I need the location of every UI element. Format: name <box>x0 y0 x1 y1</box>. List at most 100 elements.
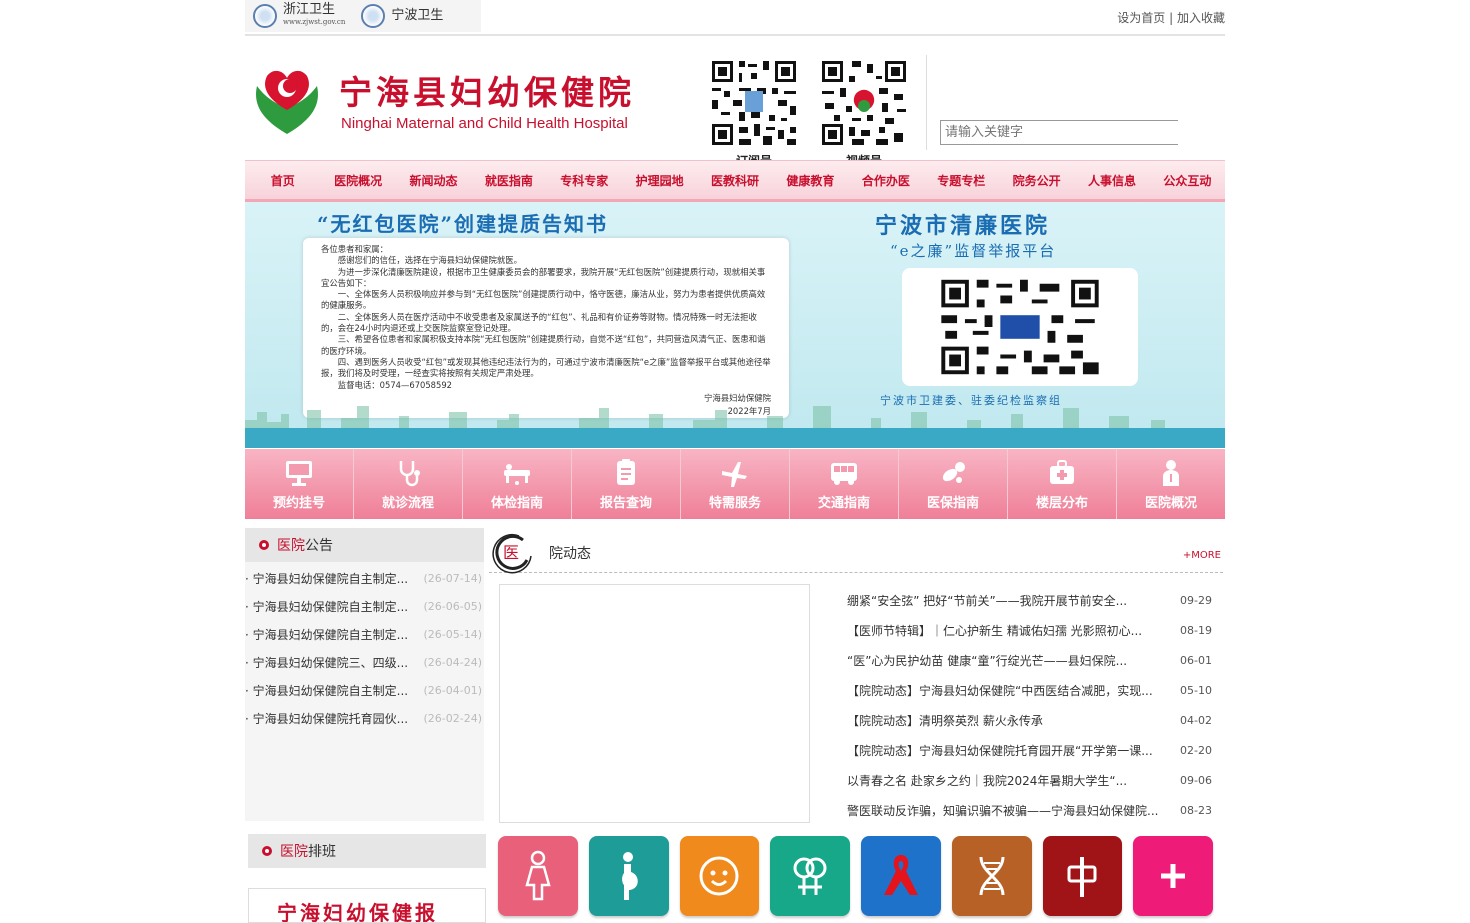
news-item[interactable]: 警医联动反诈骗，知骗识骗不被骗——宁海县妇幼保健院... 08-23 <box>847 796 1212 826</box>
set-homepage-link[interactable]: 设为首页 <box>1117 11 1165 25</box>
notice-item[interactable]: · 宁海县妇幼保健院托育园伙... (26-02-24) <box>245 705 484 733</box>
quick-visit-process[interactable]: 就诊流程 <box>354 449 463 519</box>
nav-special-topics[interactable]: 专题专栏 <box>924 172 999 189</box>
baby-face-icon <box>699 856 739 896</box>
tile-chinese-medicine[interactable] <box>1042 836 1123 916</box>
news-item-date: 06-01 <box>1180 654 1212 667</box>
tile-more-departments[interactable] <box>1133 836 1213 916</box>
tile-pediatrics[interactable] <box>679 836 760 916</box>
notice-item[interactable]: · 宁海县妇幼保健院自主制定... (26-07-14) <box>245 565 484 593</box>
notice-item[interactable]: · 宁海县妇幼保健院自主制定... (26-04-01) <box>245 677 484 705</box>
subscription-qr[interactable]: 订阅号 <box>709 58 799 169</box>
hospital-logo-icon[interactable] <box>251 64 323 136</box>
notice-item[interactable]: · 宁海县妇幼保健院自主制定... (26-06-05) <box>245 593 484 621</box>
news-item-text: 绷紧“安全弦” 把好“节前关”——我院开展节前安全... <box>847 594 1128 608</box>
qr-code-icon <box>937 275 1103 379</box>
plus-icon <box>1161 864 1186 888</box>
notice-item[interactable]: · 宁海县妇幼保健院三、四级... (26-04-24) <box>245 649 484 677</box>
schedule-title: 排班 <box>308 844 336 860</box>
news-badge-icon: 医 <box>492 533 532 574</box>
search-input[interactable] <box>940 120 1178 145</box>
quick-floor-map[interactable]: 楼层分布 <box>1008 449 1117 519</box>
nav-research[interactable]: 医教科研 <box>697 172 772 189</box>
news-item[interactable]: 【院院动态】宁海县妇幼保健院托育园开展“开学第一课... 02-20 <box>847 736 1212 766</box>
tile-gynecology[interactable] <box>498 836 578 916</box>
nav-guide[interactable]: 就医指南 <box>471 172 546 189</box>
nav-nursing[interactable]: 护理园地 <box>622 172 697 189</box>
notice-item[interactable]: · 宁海县妇幼保健院自主制定... (26-05-14) <box>245 621 484 649</box>
quick-insurance-guide[interactable]: 医保指南 <box>899 449 1008 519</box>
news-item-text: 【院院动态】宁海县妇幼保健院“中西医结合减肥，实现... <box>847 684 1153 698</box>
letter-line: 感谢您们的信任，选择在宁海县妇幼保健院就医。 <box>337 255 523 266</box>
zhejiang-health-seal-icon <box>253 4 277 28</box>
quick-appointment-label: 预约挂号 <box>272 495 325 511</box>
notice-title: 公告 <box>305 538 333 554</box>
nav-cooperation[interactable]: 合作办医 <box>848 172 923 189</box>
tile-obstetrics[interactable] <box>588 836 669 916</box>
quick-transport-guide[interactable]: 交通指南 <box>790 449 899 519</box>
zhejiang-health-logo[interactable]: 浙江卫生 www.zjwst.gov.cn <box>283 3 345 28</box>
notice-item-date: (26-05-14) <box>423 628 482 641</box>
tile-reproductive-health[interactable] <box>770 836 850 916</box>
news-featured-image[interactable] <box>499 584 810 823</box>
nav-home[interactable]: 首页 <box>245 172 320 189</box>
quick-hospital-overview[interactable]: 医院概况 <box>1117 449 1225 519</box>
quick-floor-map-label: 楼层分布 <box>1035 495 1088 511</box>
news-item[interactable]: “医”心为民护幼苗 健康“童”行绽光芒——县妇保院... 06-01 <box>847 646 1212 676</box>
woman-icon <box>525 850 551 901</box>
ningbo-health-logo[interactable]: 宁波卫生 <box>391 9 443 22</box>
schedule-image[interactable]: 宁海妇幼保健报 <box>248 888 486 923</box>
doctor-icon <box>1163 459 1179 486</box>
news-item[interactable]: 以青春之名 赴家乡之约｜我院2024年暑期大学生“... 09-06 <box>847 766 1212 796</box>
nav-interaction[interactable]: 公众互动 <box>1150 172 1225 189</box>
nav-personnel[interactable]: 人事信息 <box>1074 172 1149 189</box>
news-more-link[interactable]: +MORE <box>1183 550 1221 561</box>
notice-item-date: (26-04-01) <box>423 684 482 697</box>
news-item-date: 09-06 <box>1180 774 1212 787</box>
news-item-text: 警医联动反诈骗，知骗识骗不被骗——宁海县妇幼保健院... <box>847 804 1159 818</box>
stethoscope-icon <box>399 460 420 486</box>
news-item[interactable]: 绷紧“安全弦” 把好“节前关”——我院开展节前安全... 09-29 <box>847 586 1212 616</box>
hero-banner[interactable]: “无红包医院”创建提质告知书 宁波市清廉医院 “e之廉”监督举报平台 各位患者和… <box>245 202 1225 448</box>
monitor-icon <box>286 460 312 486</box>
banner-subheading-right: “e之廉”监督举报平台 <box>890 242 1057 260</box>
news-item[interactable]: 【医师节特辑】｜仁心护新生 精诚佑妇孺 光影照初心... 08-19 <box>847 616 1212 646</box>
chinese-medicine-icon <box>1067 857 1097 897</box>
pills-icon <box>942 461 965 483</box>
notice-header: 医院 公告 <box>245 528 484 562</box>
news-item-text: 以青春之名 赴家乡之约｜我院2024年暑期大学生“... <box>847 774 1128 788</box>
banner-notice-letter: 各位患者和家属： 感谢您们的信任，选择在宁海县妇幼保健院就医。 为进一步深化清廉… <box>303 238 789 418</box>
tile-aids-prevention[interactable] <box>861 836 941 916</box>
medkit-icon <box>1050 459 1074 484</box>
partner-logos[interactable]: 浙江卫生 www.zjwst.gov.cn 宁波卫生 <box>245 0 481 32</box>
news-item[interactable]: 【院院动态】宁海县妇幼保健院“中西医结合减肥，实现... 05-10 <box>847 676 1212 706</box>
quick-report-query[interactable]: 报告查询 <box>572 449 681 519</box>
quick-special-service-label: 特需服务 <box>708 495 761 511</box>
news-item[interactable]: 【院院动态】清明祭英烈 薪火永传承 04-02 <box>847 706 1212 736</box>
nav-health-education[interactable]: 健康教育 <box>773 172 848 189</box>
quick-visit-process-label: 就诊流程 <box>381 495 434 511</box>
quick-appointment[interactable]: 预约挂号 <box>245 449 354 519</box>
quick-checkup-guide-label: 体检指南 <box>490 495 543 511</box>
news-item-date: 08-23 <box>1180 804 1212 817</box>
news-item-text: 【院院动态】清明祭英烈 薪火永传承 <box>847 714 1043 728</box>
quick-special-service[interactable]: 特需服务 <box>681 449 790 519</box>
nav-news[interactable]: 新闻动态 <box>396 172 471 189</box>
notice-item-date: (26-06-05) <box>423 600 482 613</box>
quick-hospital-overview-label: 医院概况 <box>1144 495 1197 511</box>
nav-about[interactable]: 医院概况 <box>320 172 395 189</box>
tile-genetics[interactable] <box>951 836 1032 916</box>
letter-line: 监督电话：0574—67058592 <box>337 379 452 390</box>
bullet-icon <box>262 846 272 856</box>
news-item-text: “医”心为民护幼苗 健康“童”行绽光芒——县妇保院... <box>847 654 1128 668</box>
hospital-notice-panel: 医院 公告 · 宁海县妇幼保健院自主制定... (26-07-14) · 宁海县妇幼… <box>245 528 484 821</box>
add-favorite-link[interactable]: 加入收藏 <box>1177 11 1225 25</box>
banner-heading-right: 宁波市清廉医院 <box>875 213 1051 239</box>
video-channel-qr[interactable]: 视频号 <box>819 58 909 169</box>
hospital-name-en: Ninghai Maternal and Child Health Hospit… <box>341 115 628 132</box>
quick-checkup-guide[interactable]: 体检指南 <box>463 449 572 519</box>
top-strip: 浙江卫生 www.zjwst.gov.cn 宁波卫生 设为首页 | 加入收藏 <box>245 0 1225 36</box>
nav-affairs[interactable]: 院务公开 <box>999 172 1074 189</box>
banner-report-qr[interactable] <box>902 268 1138 386</box>
nav-experts[interactable]: 专科专家 <box>547 172 622 189</box>
